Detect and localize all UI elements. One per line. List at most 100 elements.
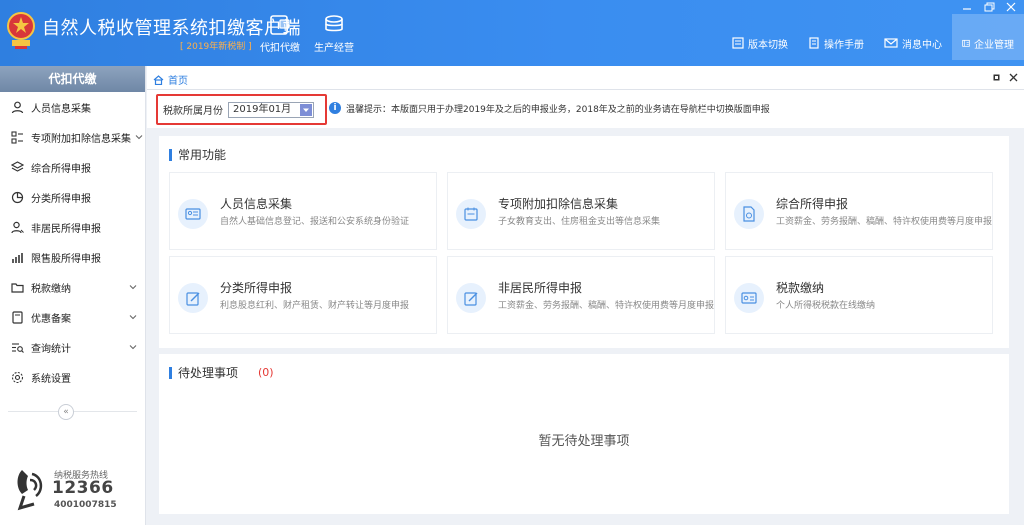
sidebar-item-tax-payment[interactable]: 税款缴纳 bbox=[0, 272, 145, 302]
person-icon bbox=[10, 100, 24, 114]
info-icon: i bbox=[329, 102, 341, 114]
sidebar-item-special-deduction[interactable]: 专项附加扣除信息采集 bbox=[0, 122, 145, 152]
sidebar-item-preferential-filing[interactable]: 优惠备案 bbox=[0, 302, 145, 332]
manual-label: 操作手册 bbox=[824, 39, 864, 51]
manual-button[interactable]: 操作手册 bbox=[798, 26, 874, 60]
chevron-down-icon bbox=[129, 285, 137, 290]
section-accent-bar bbox=[169, 148, 172, 161]
tip-text: 温馨提示：本版面只用于办理2019年及之后的申报业务，2018年及之前的业务请在… bbox=[346, 105, 770, 115]
sidebar-item-label: 非居民所得申报 bbox=[31, 223, 101, 235]
sidebar-heading: 代扣代缴 bbox=[0, 66, 145, 92]
pending-empty-text: 暂无待处理事项 bbox=[538, 434, 630, 449]
month-toolbar: 税款所属月份 2019年01月 i 温馨提示：本版面只用于办理2019年及之后的… bbox=[147, 90, 1024, 128]
enterprise-manage-label: 企业管理 bbox=[974, 39, 1014, 51]
section-accent-bar bbox=[169, 366, 172, 379]
restore-icon[interactable] bbox=[982, 2, 996, 12]
edit-icon bbox=[456, 283, 486, 313]
national-emblem-icon bbox=[7, 12, 35, 49]
sidebar-item-label: 税款缴纳 bbox=[31, 283, 71, 295]
close-icon[interactable] bbox=[1004, 2, 1018, 12]
func-nonresident-income[interactable]: 非居民所得申报 工资薪金、劳务报酬、稿酬、特许权使用费等月度申报 bbox=[447, 256, 715, 334]
version-switch-icon bbox=[732, 37, 744, 49]
func-desc: 子女教育支出、住房租金支出等信息采集 bbox=[498, 217, 661, 227]
topnav-withholding-label: 代扣代缴 bbox=[260, 43, 300, 54]
sidebar-item-label: 查询统计 bbox=[31, 343, 71, 355]
func-comprehensive-income[interactable]: 综合所得申报 工资薪金、劳务报酬、稿酬、特许权使用费等月度申报 bbox=[725, 172, 993, 250]
message-center-button[interactable]: 消息中心 bbox=[874, 26, 952, 60]
hotline-phone: 4001007815 bbox=[54, 500, 117, 510]
tax-month-label: 税款所属月份 bbox=[163, 106, 223, 117]
sidebar-item-label: 限售股所得申报 bbox=[31, 253, 101, 265]
common-functions-card: 常用功能 人员信息采集 自然人基础信息登记、报送和公安系统身份验证 专项附加扣除… bbox=[159, 136, 1009, 348]
func-special-deduction[interactable]: 专项附加扣除信息采集 子女教育支出、住房租金支出等信息采集 bbox=[447, 172, 715, 250]
grid-list-icon bbox=[10, 130, 24, 144]
chevron-down-icon bbox=[135, 135, 143, 140]
enterprise-icon bbox=[962, 39, 970, 47]
calendar-form-icon bbox=[456, 199, 486, 229]
tax-month-selector: 税款所属月份 2019年01月 bbox=[156, 94, 327, 125]
topnav-withholding[interactable]: 代扣代缴 bbox=[254, 14, 306, 54]
search-list-icon bbox=[10, 340, 24, 354]
enterprise-manage-button[interactable]: 企业管理 bbox=[952, 14, 1024, 60]
sidebar-item-label: 综合所得申报 bbox=[31, 163, 91, 175]
header-buttons: 版本切换 操作手册 消息中心 企业管理 bbox=[722, 14, 1024, 60]
folder-icon bbox=[10, 280, 24, 294]
common-functions-title: 常用功能 bbox=[169, 146, 226, 163]
app-window: 自然人税收管理系统扣缴客户端 [ 2019年新税制 ] 代扣代缴 生产经营 版本… bbox=[0, 0, 1024, 525]
func-title: 分类所得申报 bbox=[220, 281, 293, 295]
topnav-business[interactable]: 生产经营 bbox=[308, 14, 360, 54]
tab-bar: 首页 bbox=[147, 66, 1024, 90]
func-title: 人员信息采集 bbox=[220, 197, 293, 211]
sidebar-collapse-button[interactable]: « bbox=[58, 404, 74, 420]
maximize-panel-icon[interactable] bbox=[992, 73, 1001, 82]
common-functions-title-text: 常用功能 bbox=[178, 148, 227, 162]
sidebar-item-system-settings[interactable]: 系统设置 bbox=[0, 362, 145, 392]
dropdown-arrow-icon[interactable] bbox=[300, 104, 312, 116]
close-panel-icon[interactable] bbox=[1009, 73, 1018, 82]
file-money-icon bbox=[734, 199, 764, 229]
tax-month-select[interactable]: 2019年01月 bbox=[228, 102, 314, 118]
withholding-icon bbox=[270, 15, 290, 35]
version-switch-label: 版本切换 bbox=[748, 39, 788, 51]
document-icon bbox=[10, 310, 24, 324]
chevron-down-icon bbox=[129, 345, 137, 350]
func-desc: 工资薪金、劳务报酬、稿酬、特许权使用费等月度申报 bbox=[498, 301, 714, 311]
pie-icon bbox=[10, 190, 24, 204]
sidebar-item-comprehensive-income[interactable]: 综合所得申报 bbox=[0, 152, 145, 182]
func-title: 非居民所得申报 bbox=[498, 281, 583, 295]
sidebar-item-label: 分类所得申报 bbox=[31, 193, 91, 205]
mail-icon bbox=[884, 38, 898, 48]
bar-chart-icon bbox=[10, 250, 24, 264]
tab-home-label: 首页 bbox=[168, 76, 188, 87]
sidebar-item-restricted-stock[interactable]: 限售股所得申报 bbox=[0, 242, 145, 272]
home-icon bbox=[153, 74, 164, 85]
window-controls bbox=[960, 2, 1018, 12]
func-title: 税款缴纳 bbox=[776, 281, 825, 295]
minimize-icon[interactable] bbox=[960, 2, 974, 12]
func-title: 专项附加扣除信息采集 bbox=[498, 197, 619, 211]
manual-icon bbox=[809, 37, 819, 49]
layers-icon bbox=[10, 160, 24, 174]
chevron-down-icon bbox=[129, 315, 137, 320]
sidebar-item-label: 专项附加扣除信息采集 bbox=[31, 133, 131, 145]
func-desc: 利息股息红利、财产租赁、财产转让等月度申报 bbox=[220, 301, 410, 311]
tab-home[interactable]: 首页 bbox=[153, 72, 188, 87]
id-card-icon bbox=[178, 199, 208, 229]
func-desc: 个人所得税税款在线缴纳 bbox=[776, 301, 876, 311]
pending-title: 待处理事项 (0) bbox=[169, 364, 274, 381]
main-content: 首页 税款所属月份 2019年01月 i 温馨提示：本版面只用于办理2019年及… bbox=[147, 66, 1024, 525]
sidebar-item-label: 优惠备案 bbox=[31, 313, 71, 325]
sidebar-item-person-info[interactable]: 人员信息采集 bbox=[0, 92, 145, 122]
sidebar-item-category-income[interactable]: 分类所得申报 bbox=[0, 182, 145, 212]
func-person-info[interactable]: 人员信息采集 自然人基础信息登记、报送和公安系统身份验证 bbox=[169, 172, 437, 250]
func-desc: 自然人基础信息登记、报送和公安系统身份验证 bbox=[220, 217, 410, 227]
sidebar-item-query-statistics[interactable]: 查询统计 bbox=[0, 332, 145, 362]
service-hotline: 纳税服务热线 12366 4001007815 bbox=[14, 464, 124, 514]
func-category-income[interactable]: 分类所得申报 利息股息红利、财产租赁、财产转让等月度申报 bbox=[169, 256, 437, 334]
pending-count: (0) bbox=[258, 366, 274, 379]
func-tax-payment[interactable]: 税款缴纳 个人所得税税款在线缴纳 bbox=[725, 256, 993, 334]
topnav-business-label: 生产经营 bbox=[314, 43, 354, 54]
sidebar-item-nonresident-income[interactable]: 非居民所得申报 bbox=[0, 212, 145, 242]
version-switch-button[interactable]: 版本切换 bbox=[722, 26, 798, 60]
sidebar-item-label: 人员信息采集 bbox=[31, 103, 91, 115]
